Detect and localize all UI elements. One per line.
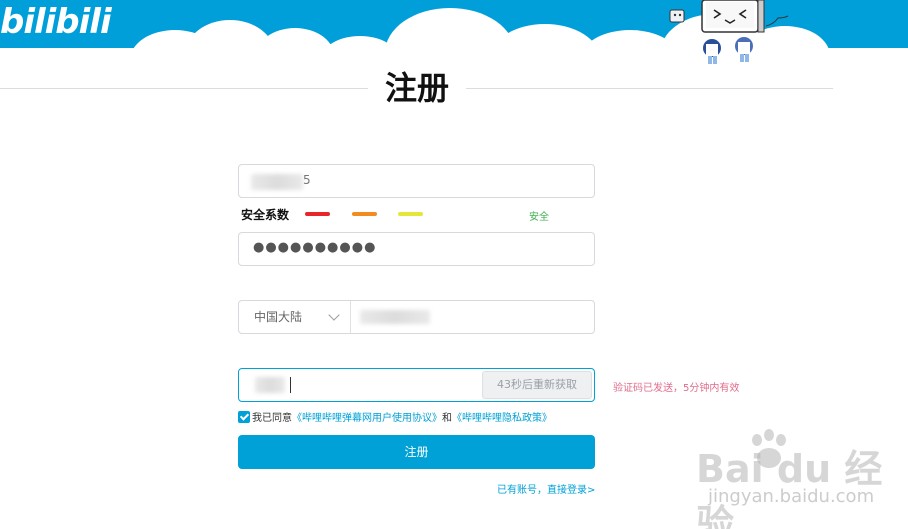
- username-input[interactable]: 5: [238, 164, 595, 198]
- cloud-decoration: [255, 28, 335, 48]
- password-strength-level: 安全: [529, 212, 549, 223]
- agreement-row: 我已同意《哔哩哔哩弹幕网用户使用协议》和《哔哩哔哩隐私政策》: [238, 411, 552, 425]
- phone-field: 中国大陆: [238, 300, 595, 334]
- page-title: 注册: [368, 66, 466, 110]
- bilibili-logo[interactable]: bilibili: [0, 2, 112, 42]
- strength-bar-weak: [305, 212, 330, 216]
- agreement-checkbox[interactable]: [238, 411, 250, 423]
- chevron-down-icon: [328, 309, 340, 321]
- watermark-url: jingyan.baidu.com: [708, 486, 875, 507]
- strength-bar-medium: [352, 212, 377, 216]
- password-input[interactable]: ●●●●●●●●●●: [238, 232, 595, 266]
- title-divider-left: [0, 88, 370, 89]
- user-agreement-link[interactable]: 《哔哩哔哩弹幕网用户使用协议》: [292, 413, 442, 424]
- agreement-prefix: 我已同意: [252, 413, 292, 424]
- region-select-value: 中国大陆: [254, 310, 303, 324]
- register-button[interactable]: 注册: [238, 435, 595, 469]
- username-visible-char: 5: [303, 173, 311, 187]
- code-sent-tip: 验证码已发送，5分钟内有效: [613, 383, 740, 394]
- phone-input[interactable]: [352, 301, 594, 333]
- strength-bar-strong: [398, 212, 423, 216]
- redacted-username: [251, 174, 303, 190]
- tv-mascot-illustration: [669, 0, 789, 64]
- text-caret: [290, 377, 291, 393]
- cloud-decoration: [490, 24, 600, 48]
- region-select[interactable]: 中国大陆: [239, 301, 351, 333]
- agreement-and: 和: [442, 413, 452, 424]
- baidu-jingyan-watermark: Bai du 经验: [696, 447, 883, 529]
- title-divider-right: [466, 88, 833, 89]
- privacy-policy-link[interactable]: 《哔哩哔哩隐私政策》: [452, 413, 552, 424]
- redacted-phone-number: [360, 310, 430, 324]
- password-strength-label: 安全系数: [241, 208, 290, 222]
- verification-code-input[interactable]: 43秒后重新获取: [238, 368, 595, 402]
- password-mask: ●●●●●●●●●●: [253, 240, 377, 255]
- redacted-code: [255, 377, 285, 393]
- resend-code-button[interactable]: 43秒后重新获取: [482, 371, 592, 399]
- login-link[interactable]: 已有账号，直接登录>: [497, 481, 595, 496]
